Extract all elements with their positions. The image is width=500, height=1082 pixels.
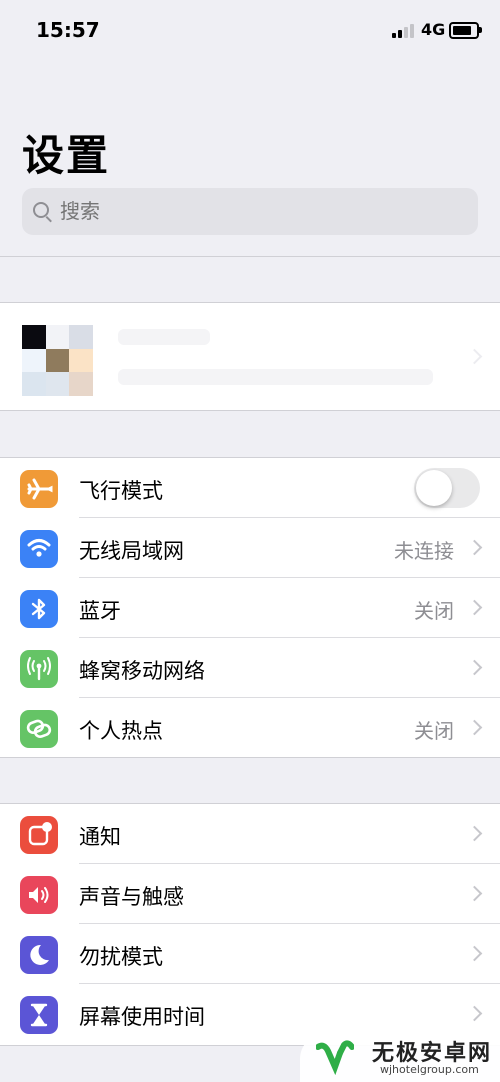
cellular-icon	[20, 650, 58, 688]
search-bar[interactable]	[22, 188, 478, 235]
search-icon	[33, 202, 49, 218]
wifi-icon	[20, 530, 58, 568]
settings-row-cellular[interactable]: 蜂窝移动网络	[0, 638, 500, 698]
watermark-logo	[315, 1039, 355, 1076]
chevron-right-icon	[466, 599, 483, 616]
network-type: 4G	[421, 20, 446, 39]
settings-row-label: 屏幕使用时间	[79, 1005, 205, 1029]
chevron-right-icon	[466, 659, 483, 676]
watermark: 无极安卓网 wjhotelgroup.com	[300, 1033, 500, 1082]
settings-row-label: 通知	[79, 825, 121, 849]
settings-row-label: 蜂窝移动网络	[79, 659, 205, 683]
page-title: 设置	[22, 131, 111, 180]
divider	[0, 256, 500, 257]
chevron-right-icon	[466, 348, 483, 365]
settings-row-label: 无线局域网	[79, 539, 184, 563]
chevron-right-icon	[466, 945, 483, 962]
battery-icon	[449, 22, 482, 39]
settings-row-label: 个人热点	[79, 719, 163, 743]
settings-row-label: 勿扰模式	[79, 945, 163, 969]
general-section: 通知 声音与触感 勿扰模式 屏幕使用时间	[0, 803, 500, 1046]
settings-row-notifications[interactable]: 通知	[0, 804, 500, 864]
settings-row-value: 关闭	[414, 599, 454, 623]
settings-row-label: 蓝牙	[79, 599, 121, 623]
signal-icon	[392, 22, 416, 38]
settings-row-sounds[interactable]: 声音与触感	[0, 864, 500, 924]
settings-row-wifi[interactable]: 无线局域网 未连接	[0, 518, 500, 578]
notifications-icon	[20, 816, 58, 854]
airplane-icon	[20, 470, 58, 508]
connectivity-section: 飞行模式 无线局域网 未连接 蓝牙 关闭 蜂窝移动网络 个人热点 关闭	[0, 457, 500, 758]
bluetooth-icon	[20, 590, 58, 628]
moon-icon	[20, 936, 58, 974]
chevron-right-icon	[466, 825, 483, 842]
chevron-right-icon	[466, 719, 483, 736]
settings-row-value: 关闭	[414, 719, 454, 743]
hourglass-icon	[20, 996, 58, 1034]
chevron-right-icon	[466, 1005, 483, 1022]
hotspot-icon	[20, 710, 58, 748]
settings-row-label: 飞行模式	[79, 479, 163, 503]
settings-row-do-not-disturb[interactable]: 勿扰模式	[0, 924, 500, 984]
search-input[interactable]	[60, 199, 460, 223]
watermark-url: wjhotelgroup.com	[380, 1063, 479, 1076]
sound-icon	[20, 876, 58, 914]
chevron-right-icon	[466, 885, 483, 902]
settings-row-airplane-mode: 飞行模式	[0, 458, 500, 518]
settings-row-hotspot[interactable]: 个人热点 关闭	[0, 698, 500, 758]
airplane-mode-toggle[interactable]	[414, 468, 480, 508]
status-time: 15:57	[36, 18, 100, 42]
profile-row[interactable]	[0, 302, 500, 411]
settings-row-label: 声音与触感	[79, 885, 184, 909]
status-bar: 15:57 4G	[0, 0, 500, 60]
chevron-right-icon	[466, 539, 483, 556]
settings-row-bluetooth[interactable]: 蓝牙 关闭	[0, 578, 500, 638]
settings-row-value: 未连接	[394, 539, 454, 563]
